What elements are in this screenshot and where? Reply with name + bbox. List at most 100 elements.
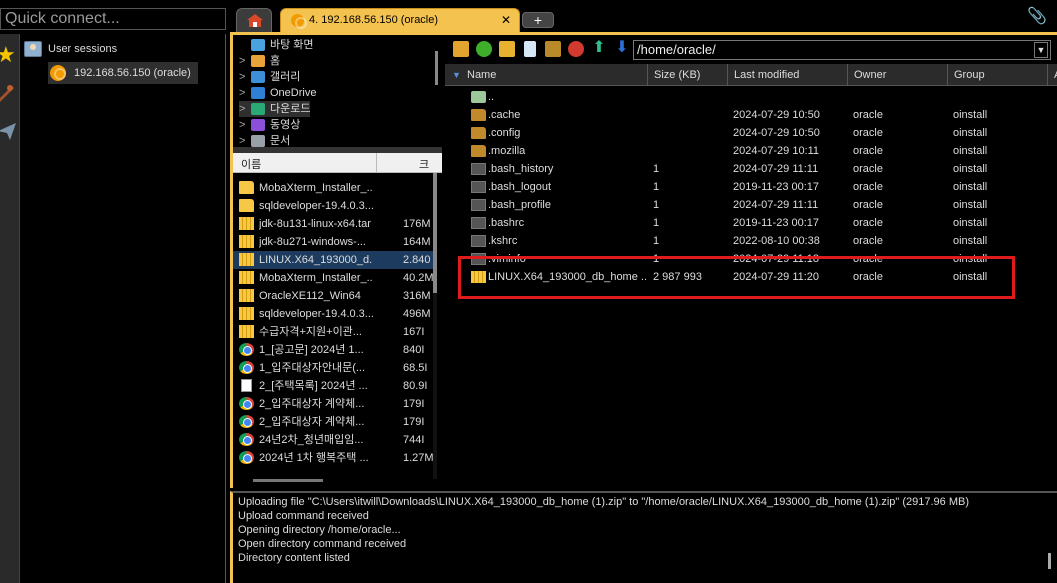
- remote-file-name: .mozilla: [488, 145, 526, 157]
- local-file-row[interactable]: OracleXE112_Win64 316M: [233, 287, 433, 305]
- chrome-icon: [239, 343, 254, 356]
- remote-file-row[interactable]: .mozilla2024-07-29 10:11oracleoinstalld: [445, 142, 1057, 160]
- upload-icon[interactable]: ⬆: [591, 40, 607, 57]
- local-file-row[interactable]: MobaXterm_Installer_... 40.2M: [233, 269, 433, 287]
- remote-file-size: 1: [653, 235, 660, 247]
- local-horizontal-scrollbar[interactable]: [253, 479, 323, 482]
- tools-icon[interactable]: [0, 82, 16, 104]
- open-folder-icon[interactable]: [545, 41, 561, 57]
- tree-item[interactable]: > 홈: [239, 53, 280, 69]
- col-owner[interactable]: Owner: [847, 64, 947, 86]
- chevron-right-icon[interactable]: >: [239, 133, 251, 147]
- col-group[interactable]: Group: [947, 64, 1047, 86]
- folder-icon: [251, 103, 265, 116]
- local-file-row[interactable]: 수급자격+지원+이관... 167I: [233, 323, 433, 341]
- chevron-right-icon[interactable]: >: [239, 53, 251, 69]
- local-file-size: 179I: [403, 416, 425, 428]
- zip-icon: [239, 235, 254, 248]
- tree-scrollbar[interactable]: [435, 51, 438, 85]
- delete-icon[interactable]: [568, 41, 584, 57]
- send-icon[interactable]: [0, 120, 18, 142]
- remote-file-row[interactable]: .bashrc12019-11-23 00:17oracleoinstall-: [445, 214, 1057, 232]
- local-col-size[interactable]: 크: [419, 156, 429, 172]
- local-file-row[interactable]: 2024년 1차 행복주택 ... 1.27M: [233, 449, 433, 467]
- tree-item[interactable]: > 동영상: [239, 117, 300, 133]
- local-file-name: 수급자격+지원+이관...: [259, 326, 362, 338]
- local-file-row[interactable]: 2_입주대상자 계약체... 179I: [233, 395, 433, 413]
- refresh-icon[interactable]: [476, 41, 492, 57]
- remote-file-row[interactable]: .bash_history 1 2024-07-29 11:11 oracle oins…: [445, 160, 1057, 178]
- local-vertical-scrollbar[interactable]: [433, 173, 437, 479]
- remote-file-name: .bash_history: [488, 163, 554, 175]
- col-modified[interactable]: Last modified: [727, 64, 847, 86]
- chevron-down-icon[interactable]: ▼: [1034, 42, 1048, 58]
- star-icon[interactable]: ★: [0, 44, 16, 66]
- chrome-icon: [239, 451, 254, 464]
- folder-up-icon[interactable]: [453, 41, 469, 57]
- remote-file-row[interactable]: ..: [445, 88, 1057, 106]
- folder-icon: [471, 145, 486, 157]
- local-file-name: 1_[공고문] 2024년 1...: [259, 344, 364, 356]
- tree-item[interactable]: > 갤러리: [239, 69, 300, 85]
- remote-path-input[interactable]: /home/oracle/ ▼: [633, 40, 1051, 60]
- folder-icon: [251, 39, 265, 52]
- remote-file-row[interactable]: .kshrc12022-08-10 00:38oracleoinstall-: [445, 232, 1057, 250]
- remote-file-group: oinstall: [953, 127, 988, 139]
- folder-icon: [471, 127, 486, 139]
- new-tab-button[interactable]: +: [522, 12, 554, 28]
- local-file-row[interactable]: 2_[주택목록] 2024년 ... 80.9I: [233, 377, 433, 395]
- paperclip-icon[interactable]: 📎: [1027, 6, 1047, 26]
- local-list-header: 이름 크: [233, 153, 442, 173]
- local-col-name[interactable]: 이름: [241, 156, 261, 172]
- remote-file-row[interactable]: .config2024-07-29 10:50oracleoinstalld: [445, 124, 1057, 142]
- local-file-row[interactable]: LINUX.X64_193000_d... 2.840: [233, 251, 433, 269]
- session-item-label: 192.168.56.150 (oracle): [74, 67, 191, 79]
- chevron-right-icon[interactable]: >: [239, 85, 251, 101]
- tree-item[interactable]: > 문서: [239, 133, 290, 147]
- new-folder-icon[interactable]: [499, 41, 515, 57]
- local-file-row[interactable]: sqldeveloper-19.4.0.3...: [233, 197, 433, 215]
- remote-file-row[interactable]: .bash_logout 1 2019-11-23 00:17 oracle oinst…: [445, 178, 1057, 196]
- remote-file-modified: 2022-08-10 00:38: [733, 235, 820, 247]
- local-file-row[interactable]: jdk-8u271-windows-... 164M: [233, 233, 433, 251]
- local-file-size: 744I: [403, 434, 425, 446]
- local-file-row[interactable]: 24년2차_청년매입임... 744I: [233, 431, 433, 449]
- tab-session-active[interactable]: 4. 192.168.56.150 (oracle) ✕: [280, 8, 520, 32]
- col-name[interactable]: Name: [445, 64, 647, 86]
- tab-home[interactable]: [236, 8, 272, 32]
- scroll-thumb[interactable]: [433, 173, 437, 293]
- tree-item[interactable]: > 다운로드: [239, 101, 311, 117]
- local-file-row[interactable]: sqldeveloper-19.4.0.3... 496M: [233, 305, 433, 323]
- chrome-icon: [239, 433, 254, 446]
- user-sessions-folder[interactable]: User sessions: [24, 40, 117, 58]
- local-file-row[interactable]: 1_입주대상자안내문(... 68.5I: [233, 359, 433, 377]
- remote-vertical-scrollbar[interactable]: [1051, 86, 1057, 488]
- new-file-icon[interactable]: [524, 41, 536, 57]
- remote-file-row[interactable]: .cache2024-07-29 10:50oracleoinstalld: [445, 106, 1057, 124]
- tree-item-label: 홈: [270, 55, 281, 67]
- tab-close-button[interactable]: ✕: [501, 9, 511, 31]
- quick-connect-input[interactable]: Quick connect...: [0, 8, 226, 30]
- local-file-row[interactable]: 2_입주대상자 계약체... 179I: [233, 413, 433, 431]
- log-scrollbar[interactable]: [1048, 553, 1051, 569]
- tree-item-label: OneDrive: [270, 87, 317, 99]
- local-file-row[interactable]: 1_[공고문] 2024년 1... 840I: [233, 341, 433, 359]
- zip-icon: [239, 253, 254, 266]
- local-file-size: 179I: [403, 398, 425, 410]
- remote-file-modified: 2024-07-29 11:11: [733, 199, 819, 211]
- session-item[interactable]: 192.168.56.150 (oracle): [48, 62, 198, 84]
- remote-file-owner: oracle: [853, 235, 883, 247]
- tree-item[interactable]: > OneDrive: [239, 85, 316, 101]
- chevron-right-icon[interactable]: >: [239, 69, 251, 85]
- chevron-right-icon[interactable]: >: [239, 117, 251, 133]
- tree-item[interactable]: 바탕 화면: [239, 37, 314, 53]
- local-file-row[interactable]: MobaXterm_Installer_...: [233, 179, 433, 197]
- download-icon[interactable]: ⬇: [614, 40, 630, 57]
- remote-list-header: Name Size (KB) Last modified Owner Group…: [445, 64, 1057, 86]
- col-size[interactable]: Size (KB): [647, 64, 727, 86]
- remote-file-row[interactable]: .bash_profile 1 2024-07-29 11:11 oracle oins…: [445, 196, 1057, 214]
- chevron-right-icon[interactable]: >: [239, 101, 251, 117]
- local-file-row[interactable]: jdk-8u131-linux-x64.tar 176M: [233, 215, 433, 233]
- remote-file-size: 1: [653, 217, 660, 229]
- col-attributes[interactable]: A: [1047, 64, 1057, 86]
